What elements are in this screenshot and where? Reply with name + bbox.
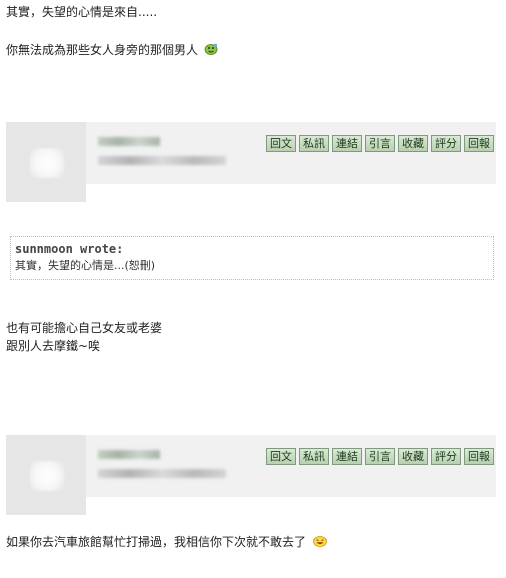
rate-button[interactable]: 評分 xyxy=(431,135,461,152)
post-text: 如果你去汽車旅館幫忙打掃過，我相信你下次就不敢去了 xyxy=(6,535,307,549)
post-toolbar: 回文 私訊 連結 引言 收藏 評分 回報 xyxy=(266,135,494,152)
laugh-emoji-icon xyxy=(312,535,328,547)
rate-button[interactable]: 評分 xyxy=(431,448,461,465)
quote-button[interactable]: 引言 xyxy=(365,135,395,152)
report-button[interactable]: 回報 xyxy=(464,135,494,152)
link-button[interactable]: 連結 xyxy=(332,135,362,152)
post-text-line: 也有可能擔心自己女友或老婆 xyxy=(6,321,163,335)
reply-button[interactable]: 回文 xyxy=(266,448,296,465)
avatar[interactable] xyxy=(6,435,86,515)
favorite-button[interactable]: 收藏 xyxy=(398,448,428,465)
avatar-image xyxy=(30,461,64,491)
post-text: 你無法成為那些女人身旁的那個男人 xyxy=(6,43,199,57)
private-message-button[interactable]: 私訊 xyxy=(299,135,329,152)
post-text-line: 跟別人去摩鐵~唉 xyxy=(6,339,101,353)
favorite-button[interactable]: 收藏 xyxy=(398,135,428,152)
post-header-bar: 回文 私訊 連結 引言 收藏 評分 回報 xyxy=(6,435,496,515)
smiley-emoji-icon xyxy=(204,43,218,55)
avatar-image xyxy=(30,148,64,178)
report-button[interactable]: 回報 xyxy=(464,448,494,465)
reply-button[interactable]: 回文 xyxy=(266,135,296,152)
post-text-line: 其實，失望的心情是來自..... xyxy=(6,5,158,19)
quote-block: sunnmoon wrote: 其實，失望的心情是...(恕刪) xyxy=(10,236,494,280)
post-toolbar: 回文 私訊 連結 引言 收藏 評分 回報 xyxy=(266,448,494,465)
avatar[interactable] xyxy=(6,122,86,202)
post-text-line: 如果你去汽車旅館幫忙打掃過，我相信你下次就不敢去了 xyxy=(6,534,328,550)
username-blurred[interactable] xyxy=(98,450,160,459)
quote-button[interactable]: 引言 xyxy=(365,448,395,465)
post-header-bar: 回文 私訊 連結 引言 收藏 評分 回報 xyxy=(6,122,496,202)
quote-text: 其實，失望的心情是...(恕刪) xyxy=(15,259,156,272)
username-blurred[interactable] xyxy=(98,137,160,146)
post-text-line: 你無法成為那些女人身旁的那個男人 xyxy=(6,42,218,58)
post-meta-blurred xyxy=(98,469,226,478)
link-button[interactable]: 連結 xyxy=(332,448,362,465)
quote-author: sunnmoon wrote: xyxy=(15,242,124,256)
private-message-button[interactable]: 私訊 xyxy=(299,448,329,465)
post-meta-blurred xyxy=(98,156,226,165)
